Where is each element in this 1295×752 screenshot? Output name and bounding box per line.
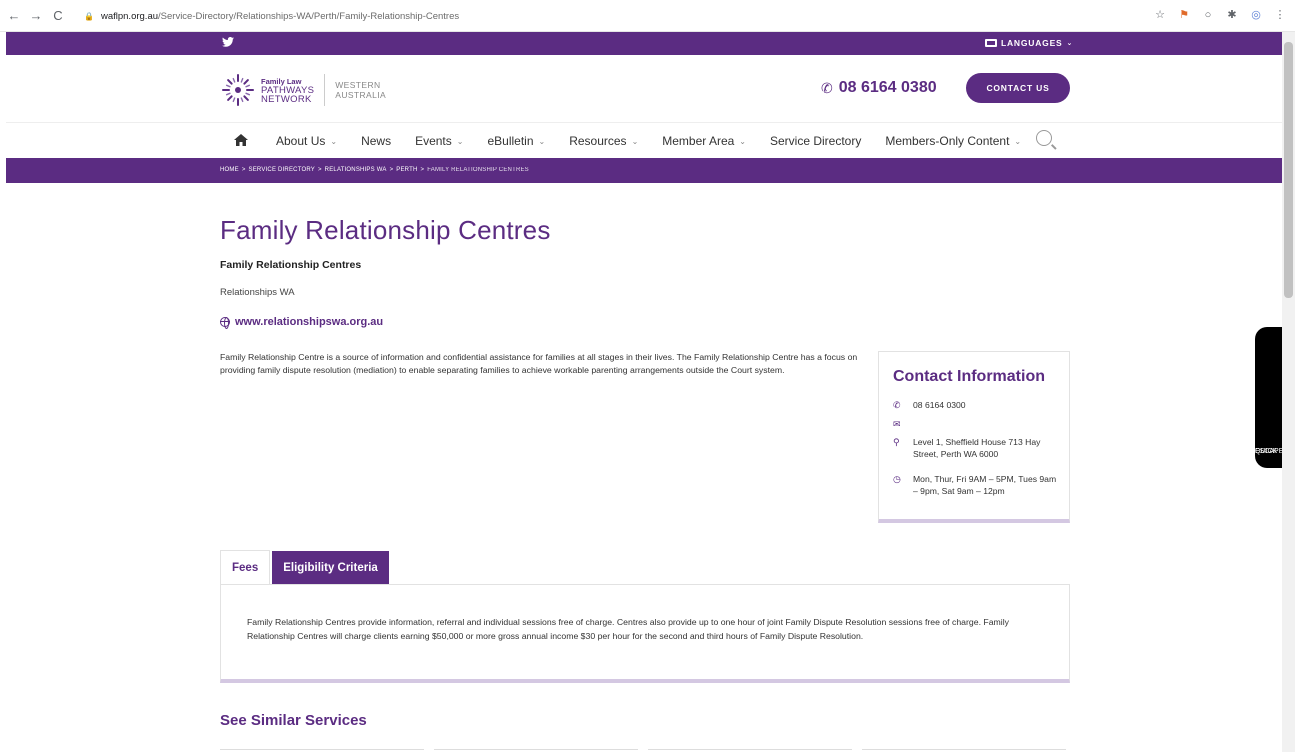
header-phone[interactable]: ✆ 08 6164 0380 bbox=[821, 79, 937, 97]
scrollbar-thumb[interactable] bbox=[1284, 42, 1293, 298]
contact-card: Contact Information ✆ 08 6164 0300 ✉ ⚲ L… bbox=[878, 351, 1070, 523]
header-phone-number: 08 6164 0380 bbox=[838, 79, 937, 96]
info-tabs: Fees Eligibility Criteria bbox=[220, 550, 389, 585]
breadcrumb-current: FAMILY RELATIONSHIP CENTRES bbox=[427, 167, 529, 173]
breadcrumb-perth[interactable]: PERTH bbox=[396, 167, 417, 173]
languages-menu[interactable]: LANGUAGES ⌄ bbox=[985, 38, 1073, 48]
chevron-down-icon: ⌄ bbox=[1066, 40, 1074, 47]
back-icon[interactable]: ← bbox=[6, 8, 22, 24]
home-icon[interactable] bbox=[234, 133, 248, 149]
search-icon[interactable] bbox=[1036, 130, 1052, 146]
chevron-down-icon: ⌄ bbox=[739, 136, 746, 146]
map-pin-icon: ⚲ bbox=[893, 437, 900, 447]
nav-label: Member Area bbox=[662, 134, 735, 148]
breadcrumb-home[interactable]: HOME bbox=[220, 167, 239, 173]
contact-address: Level 1, Sheffield House 713 Hay Street,… bbox=[913, 437, 1041, 459]
nav-label: Members-Only Content bbox=[885, 134, 1010, 148]
chevron-down-icon: ⌄ bbox=[456, 136, 464, 146]
browser-toolbar: ← → C 🔒 waflpn.org.au/Service-Directory/… bbox=[0, 0, 1295, 32]
service-description: Family Relationship Centre is a source o… bbox=[220, 352, 858, 375]
star-icon[interactable]: ☆ bbox=[1153, 8, 1167, 21]
tab-eligibility-criteria[interactable]: Eligibility Criteria bbox=[272, 551, 389, 585]
tab-fees[interactable]: Fees bbox=[220, 550, 271, 585]
contact-hours: Mon, Thur, Fri 9AM – 5PM, Tues 9am – 9pm… bbox=[913, 474, 1057, 496]
contact-email-row[interactable]: ✉ bbox=[893, 418, 913, 430]
envelope-icon: ✉ bbox=[893, 419, 901, 429]
breadcrumb-bar: HOME > SERVICE DIRECTORY > RELATIONSHIPS… bbox=[6, 158, 1282, 183]
circle-extension-icon[interactable]: ○ bbox=[1201, 9, 1215, 21]
chevron-down-icon: ⌄ bbox=[330, 136, 338, 146]
chevron-down-icon: ⌄ bbox=[631, 136, 639, 146]
nav-item-events[interactable]: Events ⌄ bbox=[415, 134, 463, 148]
extension-icon[interactable]: ⚑ bbox=[1177, 8, 1191, 21]
fees-text: Family Relationship Centres provide info… bbox=[247, 617, 1009, 641]
clock-icon: ◷ bbox=[893, 474, 901, 484]
nav-item-member-area[interactable]: Member Area ⌄ bbox=[662, 134, 746, 148]
contact-phone: 08 6164 0300 bbox=[913, 400, 966, 410]
region-line-1: WESTERN bbox=[335, 80, 381, 90]
twitter-icon[interactable] bbox=[222, 37, 234, 50]
page-title: Family Relationship Centres bbox=[220, 215, 551, 245]
breadcrumb-separator-icon: > bbox=[241, 167, 246, 173]
contact-hours-row: ◷ Mon, Thur, Fri 9AM – 5PM, Tues 9am – 9… bbox=[893, 473, 1058, 497]
chevron-down-icon: ⌄ bbox=[1014, 136, 1022, 146]
menu-kebab-icon[interactable]: ⋮ bbox=[1273, 8, 1287, 21]
phone-icon: ✆ bbox=[821, 79, 833, 96]
nav-item-service-directory[interactable]: Service Directory bbox=[770, 134, 861, 148]
url-domain: waflpn.org.au bbox=[100, 10, 159, 22]
quick-escape-line-2: ESCAPE bbox=[1255, 448, 1284, 455]
breadcrumb: HOME > SERVICE DIRECTORY > RELATIONSHIPS… bbox=[220, 167, 529, 173]
contact-phone-row[interactable]: ✆ 08 6164 0300 bbox=[893, 399, 966, 411]
service-provider: Relationships WA bbox=[220, 287, 295, 298]
nav-label: Events bbox=[415, 134, 452, 148]
contact-address-row: ⚲ Level 1, Sheffield House 713 Hay Stree… bbox=[893, 436, 1053, 460]
top-bar: LANGUAGES ⌄ bbox=[6, 32, 1282, 55]
globe-icon bbox=[220, 317, 230, 329]
breadcrumb-separator-icon: > bbox=[317, 167, 322, 173]
logo-divider bbox=[324, 74, 326, 106]
site-header: Family Law PATHWAYS NETWORK WESTERN AUST… bbox=[6, 55, 1282, 123]
languages-label: LANGUAGES bbox=[1001, 38, 1063, 48]
nav-item-news[interactable]: News bbox=[361, 134, 391, 148]
address-bar[interactable]: 🔒 waflpn.org.au/Service-Directory/Relati… bbox=[84, 7, 459, 25]
breadcrumb-service-directory[interactable]: SERVICE DIRECTORY bbox=[249, 167, 315, 173]
website-url: www.relationshipswa.org.au bbox=[235, 316, 384, 328]
site-logo[interactable]: Family Law PATHWAYS NETWORK WESTERN AUST… bbox=[220, 72, 386, 108]
website-link[interactable]: www.relationshipswa.org.au bbox=[220, 316, 384, 329]
logo-wordmark: Family Law PATHWAYS NETWORK bbox=[261, 77, 314, 104]
url-path: /Service-Directory/Relationships-WA/Pert… bbox=[158, 10, 460, 22]
lock-icon: 🔒 bbox=[84, 11, 94, 21]
service-subtitle: Family Relationship Centres bbox=[220, 259, 362, 271]
nav-item-ebulletin[interactable]: eBulletin ⌄ bbox=[487, 134, 545, 148]
nav-item-resources[interactable]: Resources ⌄ bbox=[569, 134, 638, 148]
nav-item-members-only-content[interactable]: Members-Only Content ⌄ bbox=[885, 134, 1021, 148]
nav-label: About Us bbox=[276, 134, 326, 148]
contact-us-button[interactable]: CONTACT US bbox=[966, 73, 1070, 103]
language-flag-icon bbox=[985, 39, 997, 47]
breadcrumb-relationships-wa[interactable]: RELATIONSHIPS WA bbox=[325, 167, 387, 173]
nav-label: News bbox=[361, 134, 392, 148]
logo-line-3: NETWORK bbox=[261, 93, 312, 105]
region-line-2: AUSTRALIA bbox=[335, 90, 387, 100]
similar-services-heading: See Similar Services bbox=[220, 712, 367, 729]
tab-panel-fees: Family Relationship Centres provide info… bbox=[220, 584, 1070, 683]
quick-escape-button[interactable]: QUICK ESCAPE bbox=[1255, 327, 1285, 468]
main-nav: About Us ⌄ News Events ⌄ eBulletin ⌄ Resour… bbox=[6, 124, 1282, 158]
breadcrumb-separator-icon: > bbox=[389, 167, 394, 173]
forward-icon[interactable]: → bbox=[28, 8, 44, 24]
puzzle-icon[interactable]: ✱ bbox=[1225, 8, 1239, 21]
breadcrumb-separator-icon: > bbox=[420, 167, 425, 173]
contact-card-title: Contact Information bbox=[893, 368, 1045, 385]
logo-region: WESTERN AUSTRALIA bbox=[335, 80, 386, 100]
nav-label: Resources bbox=[569, 134, 627, 148]
nav-label: Service Directory bbox=[770, 134, 862, 148]
nav-label: eBulletin bbox=[487, 134, 534, 148]
logo-mark-icon bbox=[220, 72, 256, 108]
nav-item-about-us[interactable]: About Us ⌄ bbox=[276, 134, 337, 148]
chevron-down-icon: ⌄ bbox=[538, 136, 546, 146]
profile-avatar-icon[interactable]: ◎ bbox=[1249, 8, 1263, 21]
reload-icon[interactable]: C bbox=[50, 8, 66, 24]
phone-icon: ✆ bbox=[893, 400, 901, 410]
